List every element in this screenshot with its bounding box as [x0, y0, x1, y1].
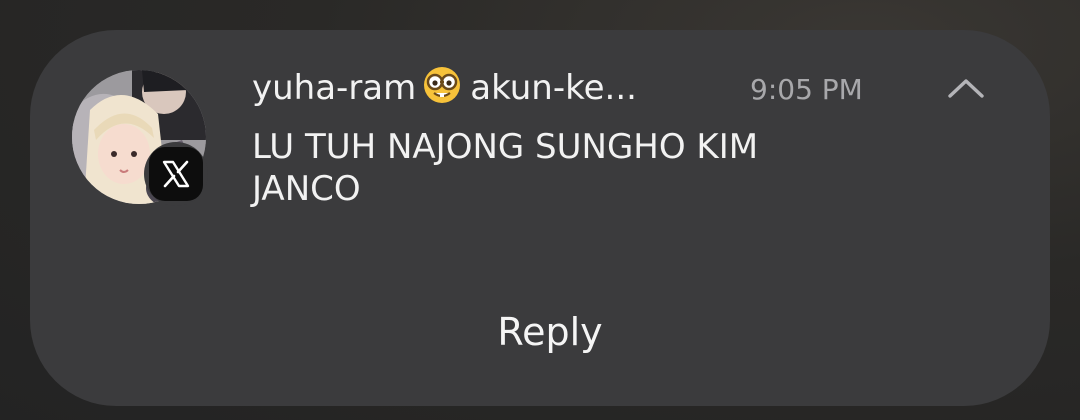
collapse-button[interactable] — [936, 66, 996, 114]
sender-name: yuha-ram akun-ke... — [252, 65, 682, 111]
x-logo-icon — [149, 147, 203, 201]
sender-name-part1: yuha-ram — [252, 68, 417, 108]
notification-card[interactable]: yuha-ram akun-ke... 9:05 PM LU TUH NAJON… — [30, 30, 1050, 406]
chevron-up-icon — [946, 76, 986, 104]
notification-time: 9:05 PM — [750, 73, 863, 106]
notification-message: LU TUH NAJONG SUNGHO KIM JANCO — [252, 127, 759, 209]
reply-button[interactable]: Reply — [450, 302, 650, 362]
nerd-face-emoji-icon — [422, 65, 462, 111]
sender-name-part2: akun-ke... — [470, 68, 637, 108]
x-app-badge — [144, 142, 208, 206]
